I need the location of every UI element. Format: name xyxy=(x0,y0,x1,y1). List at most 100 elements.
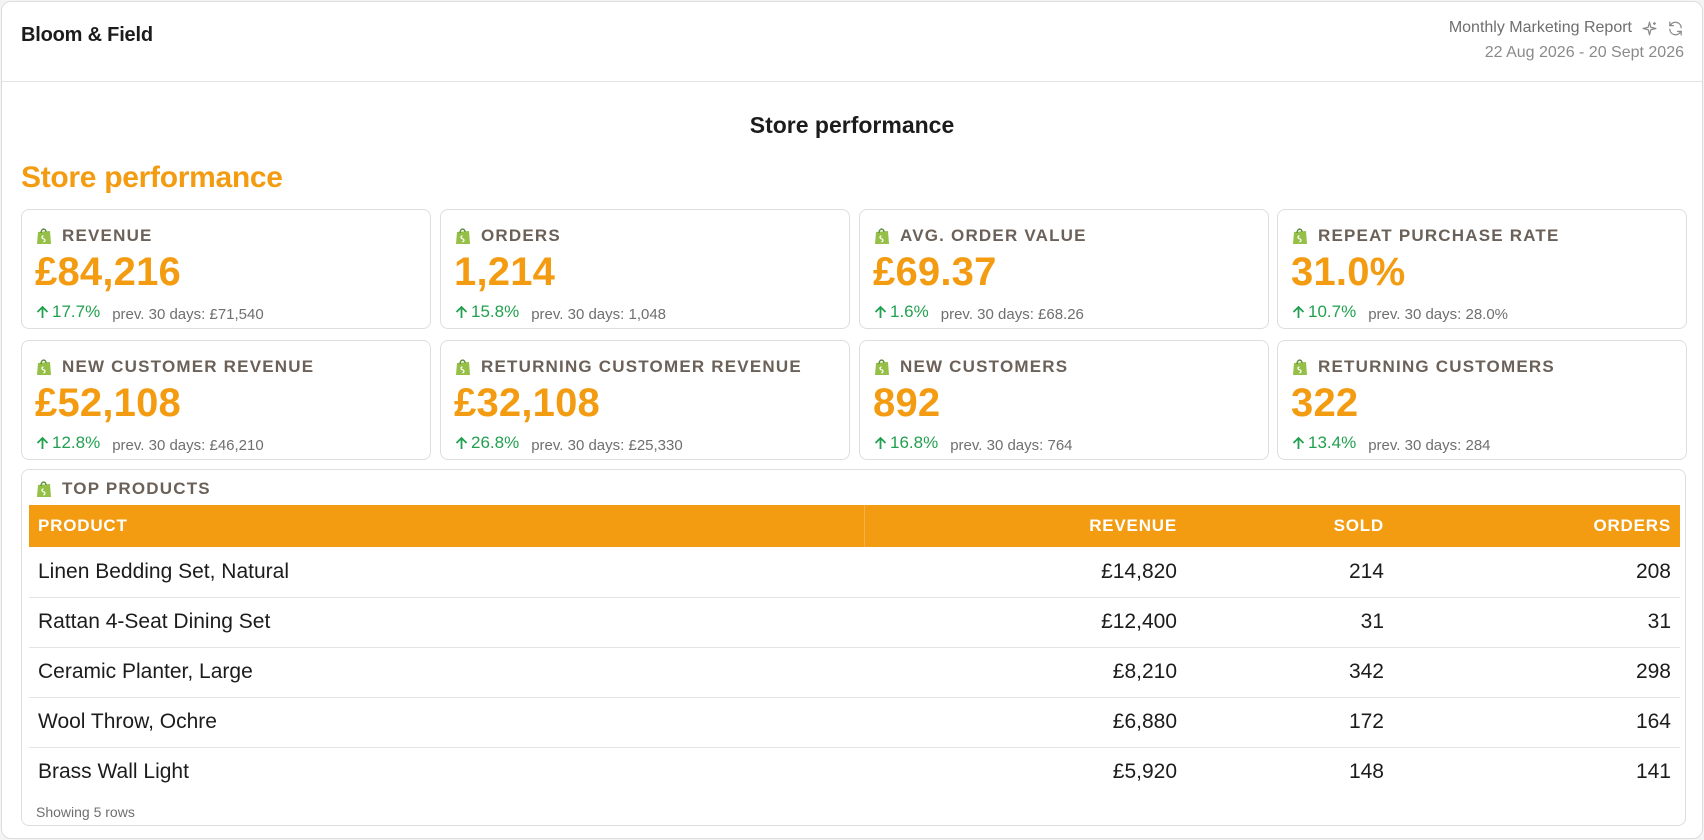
kpi-delta: 10.7% xyxy=(1292,302,1356,322)
kpi-label-row: REPEAT PURCHASE RATE xyxy=(1292,226,1560,246)
report-title-row: Monthly Marketing Report xyxy=(1449,17,1684,39)
cell-product: Rattan 4-Seat Dining Set xyxy=(38,610,271,633)
kpi-previous: prev. 30 days: £25,330 xyxy=(531,437,683,454)
kpi-previous: prev. 30 days: 284 xyxy=(1368,437,1491,454)
page-title: Store performance xyxy=(749,112,955,138)
kpi-card-avg-order-value: AVG. ORDER VALUE £69.37 1.6% prev. 30 da… xyxy=(859,209,1269,329)
kpi-card-returning-customer-revenue: RETURNING CUSTOMER REVENUE £32,108 26.8%… xyxy=(440,340,850,460)
arrow-up-icon xyxy=(455,436,468,449)
kpi-delta-value: 17.7% xyxy=(52,302,101,321)
arrow-up-icon xyxy=(874,305,887,318)
kpi-label-row: RETURNING CUSTOMER REVENUE xyxy=(455,357,802,377)
cell-sold: 172 xyxy=(1348,710,1384,733)
row-count-footer: Showing 5 rows xyxy=(36,804,135,820)
kpi-card-orders: ORDERS 1,214 15.8% prev. 30 days: 1,048 xyxy=(440,209,850,329)
kpi-delta: 16.8% xyxy=(874,433,938,453)
cell-sold: 148 xyxy=(1348,760,1384,784)
column-header-revenue[interactable]: REVENUE xyxy=(864,505,1186,547)
kpi-delta: 15.8% xyxy=(455,302,519,322)
brand-name: Bloom & Field xyxy=(21,24,153,46)
cell-product: Wool Throw, Ochre xyxy=(38,710,217,733)
table-row: Ceramic Planter, Large £8,210 342 298 xyxy=(29,647,1680,697)
kpi-previous: prev. 30 days: 1,048 xyxy=(531,306,667,323)
kpi-label: ORDERS xyxy=(481,226,561,245)
kpi-value: £84,216 xyxy=(35,250,181,294)
cell-product: Linen Bedding Set, Natural xyxy=(38,559,290,583)
kpi-delta-row: 10.7% prev. 30 days: 28.0% xyxy=(1292,302,1508,323)
cell-product: Brass Wall Light xyxy=(38,760,189,784)
shopify-bag-icon xyxy=(37,481,51,497)
report-frame: Bloom & Field Monthly Marketing Report 2… xyxy=(1,1,1703,839)
kpi-card-returning-customers: RETURNING CUSTOMERS 322 13.4% prev. 30 d… xyxy=(1277,340,1687,460)
cell-sold: 214 xyxy=(1348,559,1384,583)
kpi-delta: 26.8% xyxy=(455,433,519,453)
kpi-label-row: REVENUE xyxy=(36,226,153,246)
arrow-up-icon xyxy=(1292,436,1305,449)
kpi-delta-row: 1.6% prev. 30 days: £68.26 xyxy=(874,302,1084,323)
table-header-row: PRODUCT REVENUE SOLD ORDERS xyxy=(29,505,1680,547)
kpi-label: NEW CUSTOMERS xyxy=(900,357,1069,376)
kpi-delta-value: 10.7% xyxy=(1308,302,1357,321)
cell-product: Ceramic Planter, Large xyxy=(38,660,253,683)
kpi-delta: 12.8% xyxy=(36,433,100,453)
arrow-up-icon xyxy=(874,436,887,449)
shopify-bag-icon xyxy=(37,359,51,375)
cell-orders: 298 xyxy=(1635,660,1671,683)
report-date-range: 22 Aug 2026 - 20 Sept 2026 xyxy=(1484,44,1684,61)
kpi-value: 892 xyxy=(873,381,941,425)
kpi-label: AVG. ORDER VALUE xyxy=(900,226,1087,245)
kpi-delta-row: 17.7% prev. 30 days: £71,540 xyxy=(36,302,264,323)
arrow-up-icon xyxy=(36,436,49,449)
report-header: Bloom & Field Monthly Marketing Report 2… xyxy=(2,2,1702,82)
cell-sold: 342 xyxy=(1348,660,1384,683)
kpi-card-new-customers: NEW CUSTOMERS 892 16.8% prev. 30 days: 7… xyxy=(859,340,1269,460)
kpi-previous: prev. 30 days: £46,210 xyxy=(112,437,264,454)
kpi-previous: prev. 30 days: £71,540 xyxy=(112,306,264,323)
column-header-product[interactable]: PRODUCT xyxy=(29,505,865,547)
arrow-up-icon xyxy=(455,305,468,318)
cell-sold: 31 xyxy=(1360,610,1384,633)
kpi-value: £69.37 xyxy=(873,250,997,294)
kpi-label: RETURNING CUSTOMERS xyxy=(1318,357,1555,376)
kpi-delta-row: 12.8% prev. 30 days: £46,210 xyxy=(36,433,264,454)
top-products-label-row: TOP PRODUCTS xyxy=(36,479,211,499)
sparkle-icon[interactable] xyxy=(1640,19,1658,37)
kpi-delta-value: 13.4% xyxy=(1308,433,1357,452)
refresh-icon[interactable] xyxy=(1666,19,1684,37)
cell-revenue: £8,210 xyxy=(1112,660,1177,683)
shopify-bag-icon xyxy=(875,228,889,244)
kpi-label-row: NEW CUSTOMERS xyxy=(874,357,1068,377)
shopify-bag-icon xyxy=(456,359,470,375)
top-products-table: PRODUCT REVENUE SOLD ORDERS Linen Beddin… xyxy=(29,505,1680,797)
table-row: Rattan 4-Seat Dining Set £12,400 31 31 xyxy=(29,597,1680,647)
kpi-delta: 17.7% xyxy=(36,302,100,322)
kpi-previous: prev. 30 days: £68.26 xyxy=(940,306,1084,323)
column-header-sold[interactable]: SOLD xyxy=(1186,505,1393,547)
shopify-bag-icon xyxy=(37,228,51,244)
kpi-value: 1,214 xyxy=(454,250,556,294)
kpi-delta-value: 12.8% xyxy=(52,433,101,452)
kpi-delta-row: 15.8% prev. 30 days: 1,048 xyxy=(455,302,666,323)
report-meta: Monthly Marketing Report 22 Aug 2026 - 2… xyxy=(1449,17,1684,62)
report-title: Monthly Marketing Report xyxy=(1448,19,1632,36)
cell-orders: 31 xyxy=(1647,610,1671,633)
top-products-label: TOP PRODUCTS xyxy=(62,479,211,498)
column-header-orders[interactable]: ORDERS xyxy=(1393,505,1680,547)
kpi-delta: 13.4% xyxy=(1292,433,1356,453)
shopify-bag-icon xyxy=(875,359,889,375)
kpi-delta: 1.6% xyxy=(874,302,929,322)
kpi-label-row: ORDERS xyxy=(455,226,561,246)
kpi-previous: prev. 30 days: 764 xyxy=(950,437,1073,454)
shopify-bag-icon xyxy=(1293,359,1307,375)
top-products-card: TOP PRODUCTS PRODUCT REVENUE SOLD ORDERS… xyxy=(21,469,1686,826)
kpi-card-revenue: REVENUE £84,216 17.7% prev. 30 days: £71… xyxy=(21,209,431,329)
kpi-label-row: RETURNING CUSTOMERS xyxy=(1292,357,1555,377)
table-row: Linen Bedding Set, Natural £14,820 214 2… xyxy=(29,547,1680,597)
kpi-delta-row: 13.4% prev. 30 days: 284 xyxy=(1292,433,1491,454)
table-row: Brass Wall Light £5,920 148 141 xyxy=(29,747,1680,797)
table-row: Wool Throw, Ochre £6,880 172 164 xyxy=(29,697,1680,747)
arrow-up-icon xyxy=(1292,305,1305,318)
kpi-card-repeat-purchase-rate: REPEAT PURCHASE RATE 31.0% 10.7% prev. 3… xyxy=(1277,209,1687,329)
section-title: Store performance xyxy=(21,161,283,194)
shopify-bag-icon xyxy=(456,228,470,244)
